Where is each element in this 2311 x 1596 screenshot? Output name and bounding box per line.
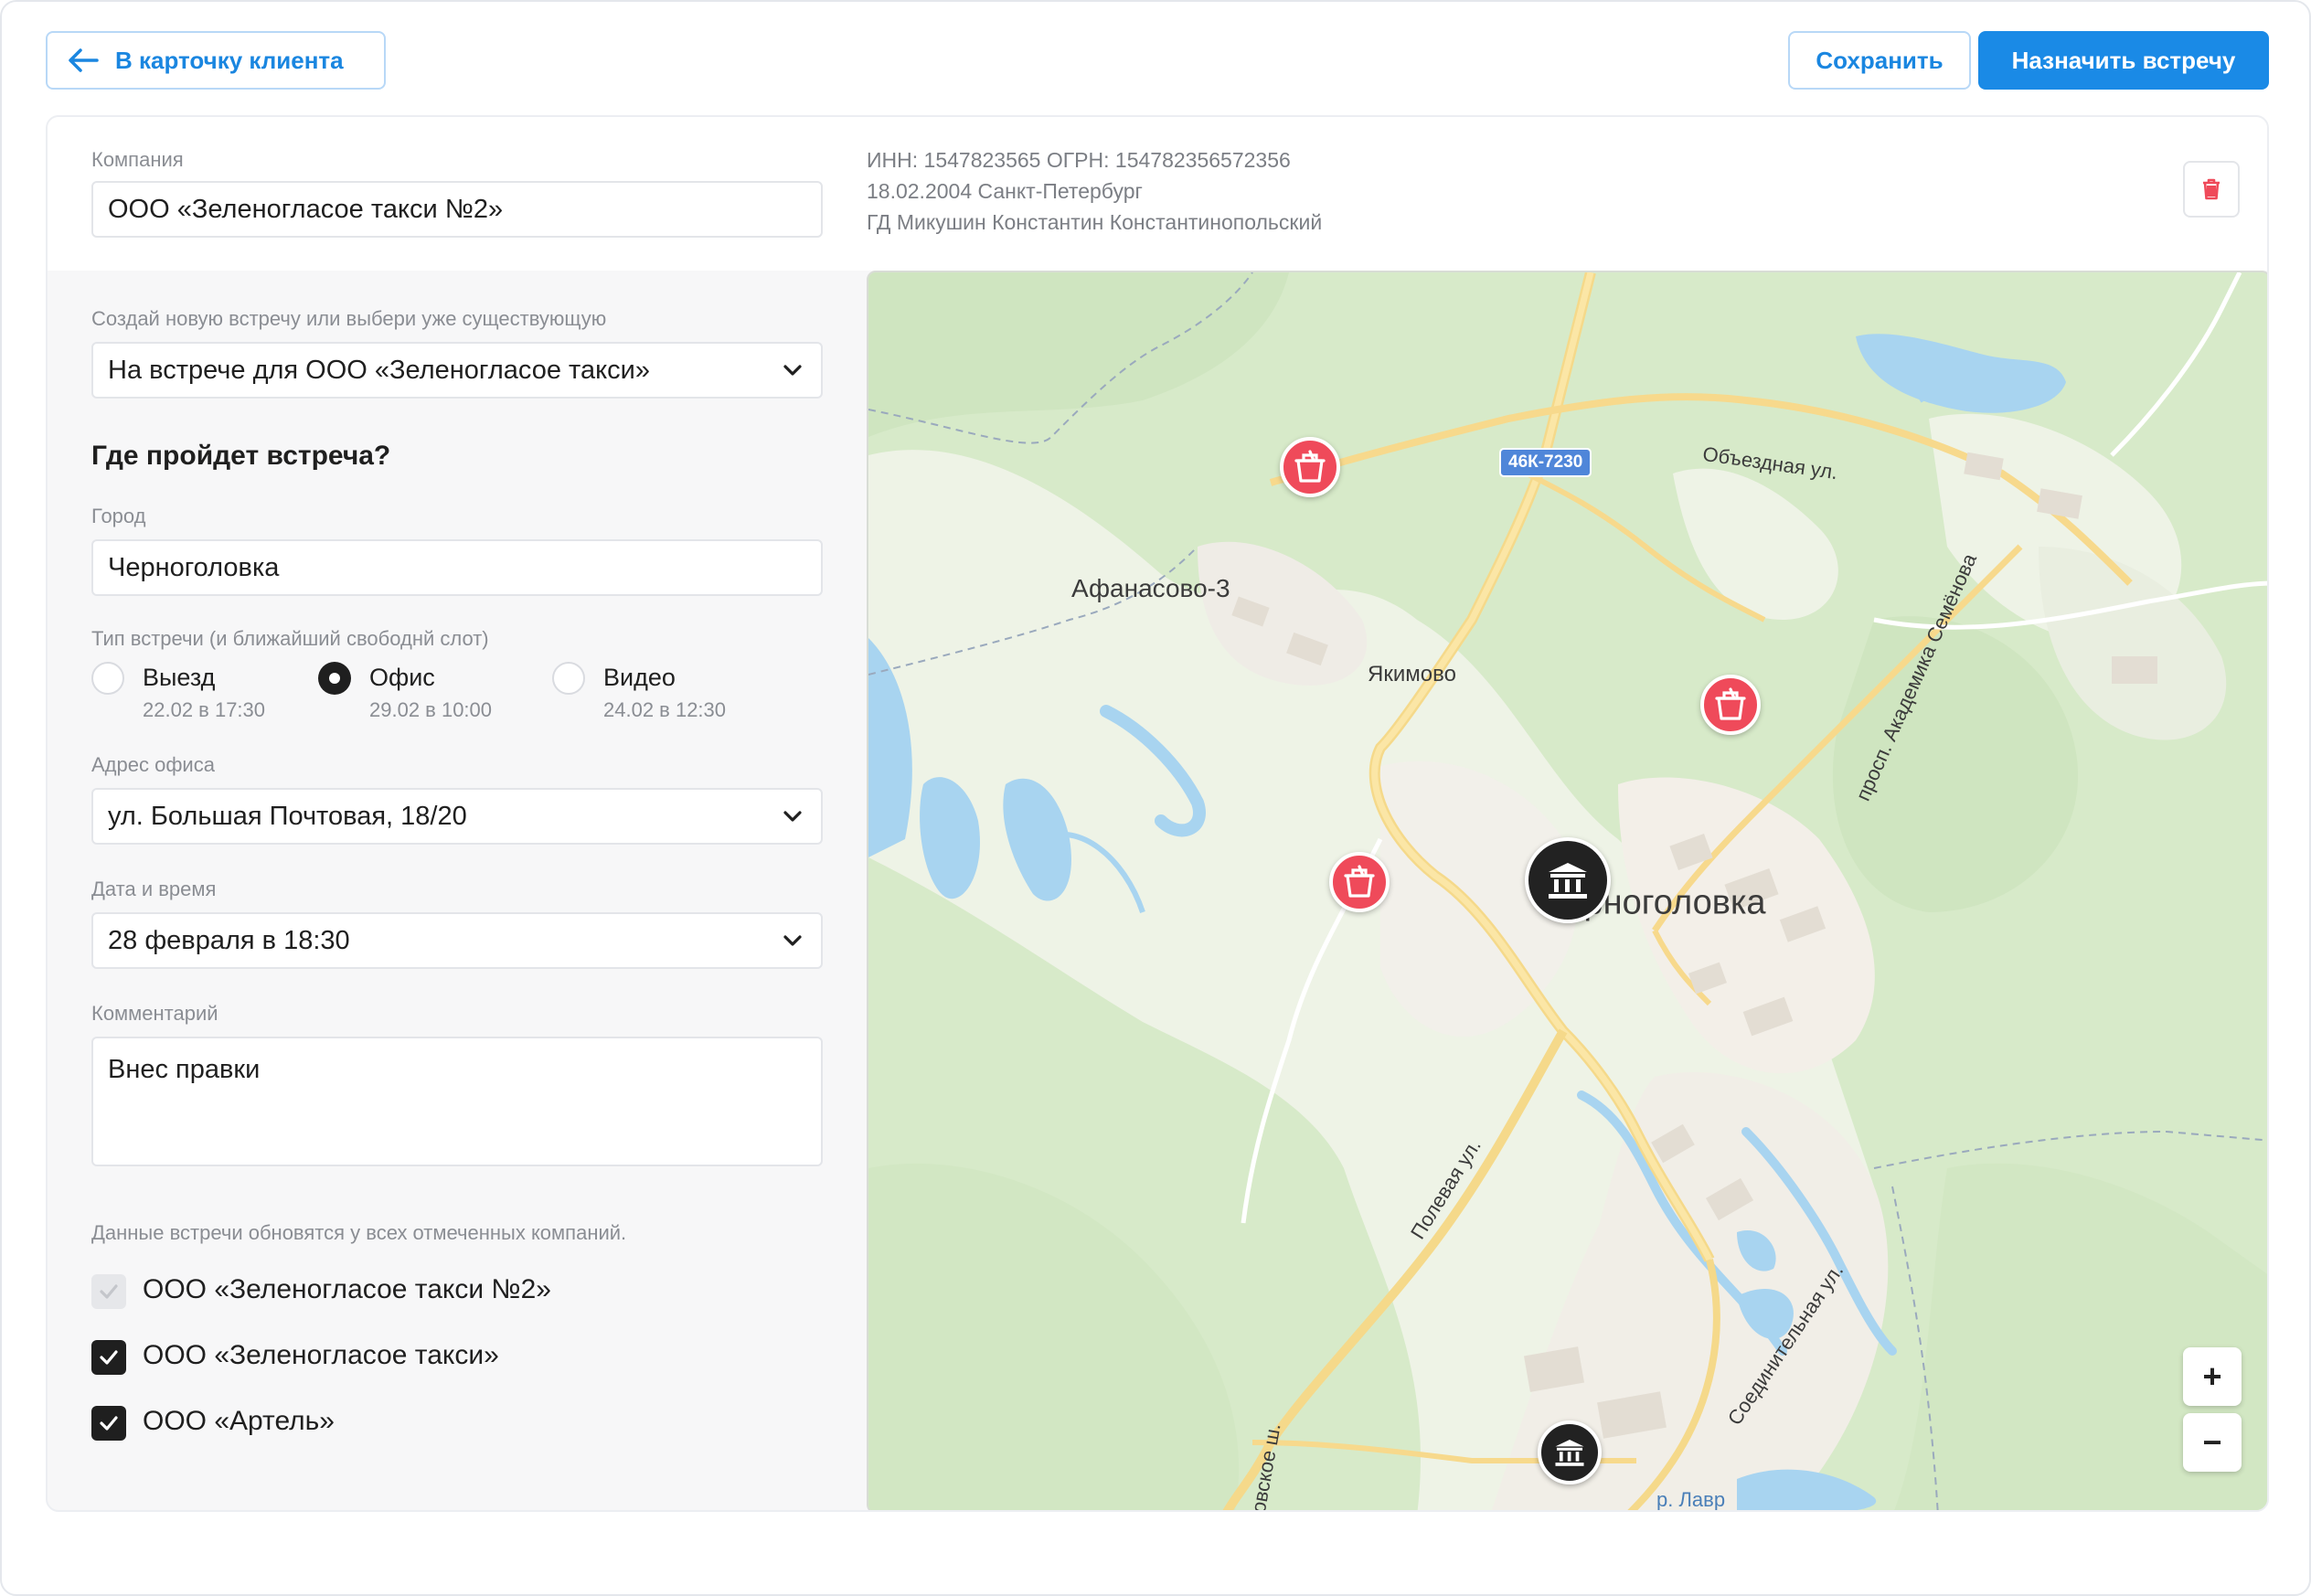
check-icon bbox=[100, 1284, 118, 1299]
company-inn-ogrn: ИНН: 1547823565 ОГРН: 154782356572356 bbox=[867, 148, 1291, 172]
company-registration: 18.02.2004 Санкт-Петербург bbox=[867, 179, 1143, 203]
datetime-label: Дата и время bbox=[91, 878, 217, 900]
meeting-select[interactable]: На встрече для ООО «Зеленогласое такси» bbox=[91, 342, 823, 399]
trash-icon bbox=[2203, 178, 2220, 200]
check-icon bbox=[100, 1350, 118, 1365]
datetime-select[interactable]: 28 февраля в 18:30 bbox=[91, 912, 823, 969]
check-icon bbox=[100, 1416, 118, 1431]
radio-ofis-slot: 29.02 в 10:00 bbox=[369, 698, 493, 721]
zoom-in-button[interactable]: + bbox=[2183, 1347, 2242, 1406]
bank-icon bbox=[1555, 1439, 1584, 1466]
company-director: ГД Микушин Константин Константинопольски… bbox=[867, 210, 1323, 234]
chevron-down-icon bbox=[783, 365, 802, 376]
meeting-card: Компания ООО «Зеленогласое такси №2» ИНН… bbox=[46, 115, 2269, 1512]
meeting-type-label: Тип встречи (и ближайший свободнй слот) bbox=[91, 627, 489, 650]
comment-textarea[interactable]: Внес правки bbox=[91, 1037, 823, 1166]
delete-button[interactable] bbox=[2183, 161, 2240, 218]
river-label: р. Лавр bbox=[1656, 1488, 1726, 1511]
company-checkbox-1 bbox=[91, 1274, 126, 1309]
company-checkbox-2[interactable] bbox=[91, 1340, 126, 1375]
back-button-label: В карточку клиента bbox=[115, 46, 344, 74]
zoom-out-button[interactable]: − bbox=[2183, 1413, 2242, 1472]
app-window: В карточку клиента Сохранить Назначить в… bbox=[0, 0, 2311, 1596]
radio-viezd[interactable] bbox=[91, 662, 124, 695]
radio-video[interactable] bbox=[552, 662, 585, 695]
radio-video-slot: 24.02 в 12:30 bbox=[603, 698, 727, 721]
company-label: Компания bbox=[91, 148, 184, 171]
datetime-select-value: 28 февраля в 18:30 bbox=[108, 925, 350, 955]
place-yakimovo: Якимово bbox=[1368, 662, 1456, 686]
bank-icon bbox=[1549, 863, 1587, 899]
radio-ofis[interactable] bbox=[318, 662, 351, 695]
address-select[interactable]: ул. Большая Почтовая, 18/20 bbox=[91, 788, 823, 845]
radio-video-label: Видео bbox=[603, 664, 676, 691]
company-checkbox-1-label: ООО «Зеленогласое такси №2» bbox=[143, 1274, 551, 1304]
drink-cup-icon bbox=[1715, 687, 1746, 720]
company-checkbox-2-label: ООО «Зеленогласое такси» bbox=[143, 1340, 499, 1370]
arrow-left-icon bbox=[69, 48, 99, 72]
company-checkbox-3-label: ООО «Артель» bbox=[143, 1406, 335, 1436]
drink-cup-icon bbox=[1294, 450, 1326, 483]
radio-viezd-slot: 22.02 в 17:30 bbox=[143, 698, 266, 721]
office-pin-main[interactable] bbox=[1525, 837, 1611, 923]
chevron-down-icon bbox=[783, 811, 802, 822]
meeting-select-value: На встрече для ООО «Зеленогласое такси» bbox=[108, 355, 650, 385]
drink-cup-icon bbox=[1344, 865, 1375, 898]
road-shield: 46К-7230 bbox=[1499, 448, 1592, 477]
meeting-select-label: Создай новую встречу или выбери уже суще… bbox=[91, 307, 607, 330]
cafe-pin-1[interactable] bbox=[1280, 437, 1340, 497]
radio-ofis-label: Офис bbox=[369, 664, 435, 691]
company-field[interactable]: ООО «Зеленогласое такси №2» bbox=[91, 181, 823, 238]
where-title: Где пройдет встреча? bbox=[91, 441, 391, 471]
place-afanasovo: Афанасово-3 bbox=[1071, 574, 1230, 602]
company-header: Компания ООО «Зеленогласое такси №2» ИНН… bbox=[48, 117, 2267, 271]
save-button[interactable]: Сохранить bbox=[1788, 31, 1971, 90]
sync-note: Данные встречи обновятся у всех отмеченн… bbox=[91, 1221, 627, 1244]
map[interactable]: Афанасово-3 Якимово Черноголовка Объездн… bbox=[867, 271, 2267, 1511]
chevron-down-icon bbox=[783, 935, 802, 946]
address-label: Адрес офиса bbox=[91, 753, 215, 776]
assign-meeting-button[interactable]: Назначить встречу bbox=[1978, 31, 2269, 90]
city-input[interactable]: Черноголовка bbox=[91, 539, 823, 596]
cafe-pin-2[interactable] bbox=[1700, 675, 1761, 735]
back-to-client-button[interactable]: В карточку клиента bbox=[46, 31, 386, 90]
city-label: Город bbox=[91, 505, 146, 527]
radio-viezd-label: Выезд bbox=[143, 664, 216, 691]
cafe-pin-3[interactable] bbox=[1329, 852, 1390, 912]
comment-label: Комментарий bbox=[91, 1002, 218, 1025]
office-pin-2[interactable] bbox=[1538, 1420, 1602, 1484]
company-checkbox-3[interactable] bbox=[91, 1406, 126, 1441]
address-select-value: ул. Большая Почтовая, 18/20 bbox=[108, 801, 467, 831]
